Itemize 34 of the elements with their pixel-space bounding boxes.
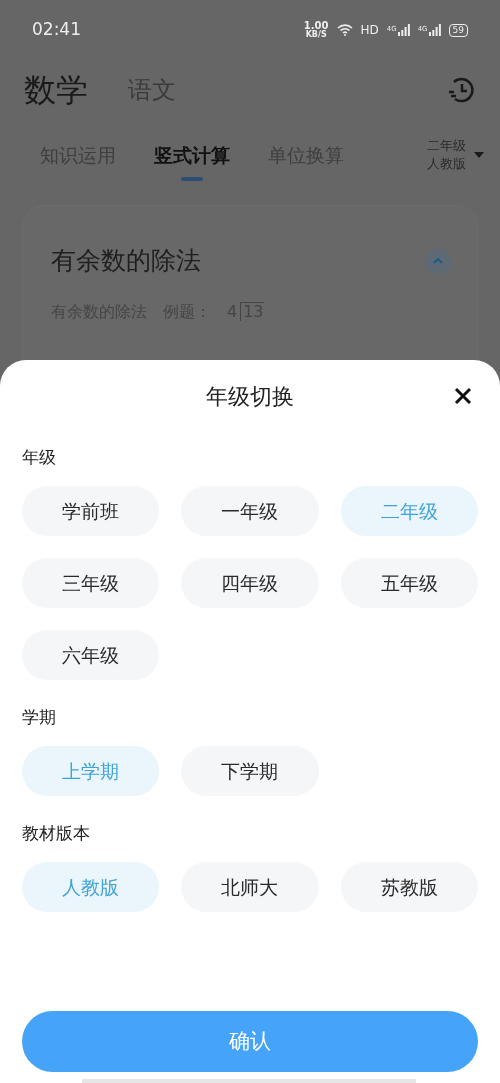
- grade-picker[interactable]: 二年级 人教版: [427, 137, 484, 173]
- option-chip[interactable]: 人教版: [22, 862, 160, 912]
- subject-tab[interactable]: 数学: [24, 66, 88, 114]
- card-title: 有余数的除法: [51, 245, 201, 277]
- option-chip[interactable]: 学前班: [22, 486, 160, 536]
- option-chip[interactable]: 六年级: [22, 630, 160, 680]
- chevron-up-icon: [433, 257, 443, 264]
- option-chip[interactable]: 一年级: [181, 486, 319, 536]
- option-chip[interactable]: 下学期: [181, 746, 319, 796]
- option-chip[interactable]: 北师大: [181, 862, 319, 912]
- section-label: 学期: [22, 706, 56, 730]
- history-icon[interactable]: [446, 75, 476, 105]
- signal-icon: [397, 24, 410, 36]
- option-chip[interactable]: 上学期: [22, 746, 160, 796]
- hd-indicator: HD: [360, 22, 379, 39]
- section-label: 教材版本: [22, 822, 90, 846]
- status-time: 02:41: [32, 18, 81, 42]
- battery-indicator: 59: [448, 23, 468, 37]
- option-chip[interactable]: 五年级: [340, 558, 478, 608]
- tab-indicator: [181, 177, 203, 182]
- category-tab[interactable]: 竖式计算: [154, 140, 230, 170]
- section-label: 年级: [22, 446, 56, 470]
- close-icon[interactable]: [454, 387, 472, 405]
- sheet-title: 年级切换: [206, 382, 294, 411]
- option-chip[interactable]: 二年级: [340, 486, 478, 536]
- option-chip[interactable]: 苏教版: [340, 862, 478, 912]
- option-chip[interactable]: 四年级: [181, 558, 319, 608]
- network-speed: 1.00: [303, 21, 329, 31]
- confirm-button[interactable]: 确认: [22, 1011, 478, 1072]
- wifi-icon: [336, 24, 353, 36]
- speed-unit: KB/S: [305, 31, 327, 39]
- option-chip[interactable]: 三年级: [22, 558, 160, 608]
- signal-icon: [428, 24, 441, 36]
- caret-icon: [474, 152, 484, 158]
